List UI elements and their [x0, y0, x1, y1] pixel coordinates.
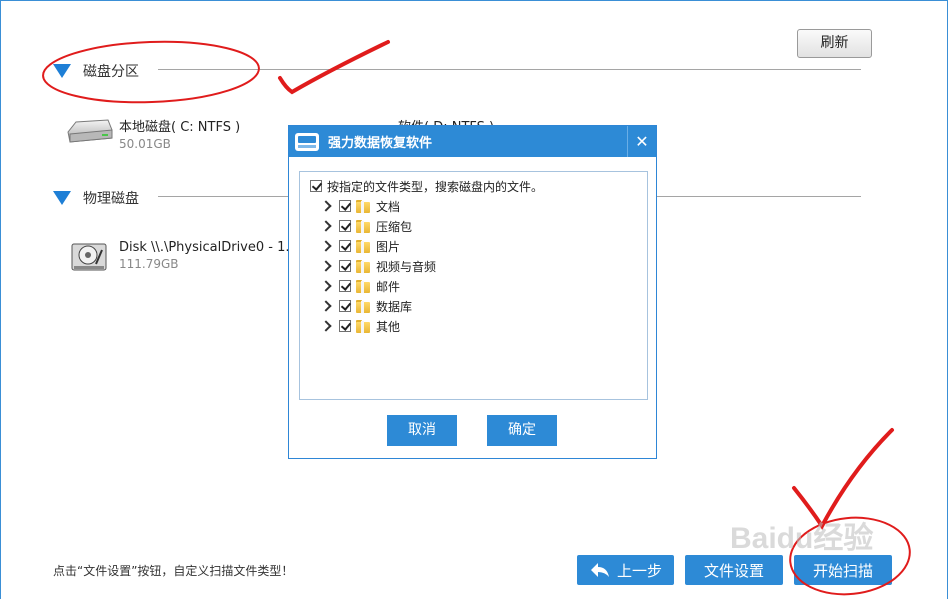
tree-item-label: 图片 — [376, 239, 401, 254]
checkbox[interactable] — [339, 320, 351, 332]
divider — [158, 196, 288, 197]
divider — [158, 69, 861, 70]
partitions-section-header[interactable]: 磁盘分区 — [53, 61, 139, 81]
checkbox[interactable] — [310, 180, 322, 192]
physical-drive-0[interactable]: Disk \\.\PhysicalDrive0 - 1... 111.79GB — [70, 240, 298, 274]
drive-c-size: 50.01GB — [119, 137, 171, 151]
drive-c-name: 本地磁盘( C: NTFS ) — [119, 120, 241, 135]
chevron-right-icon[interactable] — [322, 220, 332, 232]
back-arrow-icon — [590, 563, 609, 577]
hard-drive-icon — [67, 119, 113, 143]
tree-item-video-audio[interactable]: 视频与音频 — [322, 257, 436, 275]
chevron-right-icon[interactable] — [322, 260, 332, 272]
watermark-text: Baidu经验 — [730, 521, 873, 555]
folder-icon — [356, 259, 370, 273]
drive-c[interactable]: 本地磁盘( C: NTFS ) 50.01GB — [66, 116, 240, 151]
cancel-button[interactable]: 取消 — [387, 415, 457, 446]
tree-item-other[interactable]: 其他 — [322, 317, 400, 335]
window-top-border — [0, 0, 948, 1]
collapse-triangle-icon[interactable] — [53, 64, 71, 78]
tree-item-label: 压缩包 — [376, 219, 413, 234]
dialog-title: 强力数据恢复软件 — [328, 136, 433, 151]
tree-item-documents[interactable]: 文档 — [322, 197, 400, 215]
tree-item-label: 其他 — [376, 319, 401, 334]
chevron-right-icon[interactable] — [322, 320, 332, 332]
folder-icon — [356, 319, 370, 333]
folder-icon — [356, 219, 370, 233]
tree-item-email[interactable]: 邮件 — [322, 277, 400, 295]
checkbox[interactable] — [339, 300, 351, 312]
dialog-titlebar[interactable]: 强力数据恢复软件 ✕ — [289, 126, 656, 157]
baidu-watermark: Baidu经验 — [730, 521, 873, 555]
partitions-title: 磁盘分区 — [83, 64, 139, 80]
red-checkmark-annotation — [278, 40, 390, 95]
file-type-dialog: 强力数据恢复软件 ✕ 按指定的文件类型，搜索磁盘内的文件。 文档 压缩包 图片 — [288, 125, 657, 459]
physical-section-header[interactable]: 物理磁盘 — [53, 188, 139, 208]
app-logo-icon — [295, 132, 319, 151]
tree-item-archives[interactable]: 压缩包 — [322, 217, 412, 235]
physical-title: 物理磁盘 — [83, 191, 139, 207]
tree-item-database[interactable]: 数据库 — [322, 297, 412, 315]
chevron-right-icon[interactable] — [322, 280, 332, 292]
tree-item-label: 数据库 — [376, 299, 413, 314]
previous-step-button[interactable]: 上一步 — [577, 555, 674, 585]
tree-item-label: 文档 — [376, 199, 401, 214]
ok-button[interactable]: 确定 — [487, 415, 557, 446]
start-scan-label: 开始扫描 — [812, 561, 873, 580]
folder-icon — [356, 299, 370, 313]
divider — [657, 196, 861, 197]
chevron-right-icon[interactable] — [322, 200, 332, 212]
tree-root-label: 按指定的文件类型，搜索磁盘内的文件。 — [327, 179, 544, 194]
red-checkmark-annotation — [792, 428, 894, 530]
checkbox[interactable] — [339, 200, 351, 212]
tree-item-images[interactable]: 图片 — [322, 237, 400, 255]
physical-drive-name: Disk \\.\PhysicalDrive0 - 1... — [119, 240, 298, 255]
start-scan-button[interactable]: 开始扫描 — [794, 555, 892, 585]
checkbox[interactable] — [339, 220, 351, 232]
refresh-button[interactable]: 刷新 — [797, 29, 872, 58]
tree-item-label: 邮件 — [376, 279, 401, 294]
folder-icon — [356, 279, 370, 293]
physical-disk-icon — [71, 243, 107, 271]
footer-tip: 点击“文件设置”按钮，自定义扫描文件类型！ — [53, 564, 294, 578]
previous-step-label: 上一步 — [616, 561, 662, 580]
physical-drive-size: 111.79GB — [119, 257, 179, 271]
tree-item-label: 视频与音频 — [376, 259, 437, 274]
close-icon[interactable]: ✕ — [627, 126, 656, 157]
checkbox[interactable] — [339, 260, 351, 272]
file-settings-label: 文件设置 — [703, 561, 764, 580]
checkbox[interactable] — [339, 240, 351, 252]
folder-icon — [356, 199, 370, 213]
file-settings-button[interactable]: 文件设置 — [685, 555, 783, 585]
chevron-right-icon[interactable] — [322, 300, 332, 312]
chevron-right-icon[interactable] — [322, 240, 332, 252]
tree-root[interactable]: 按指定的文件类型，搜索磁盘内的文件。 — [310, 177, 543, 195]
collapse-triangle-icon[interactable] — [53, 191, 71, 205]
file-type-tree: 按指定的文件类型，搜索磁盘内的文件。 文档 压缩包 图片 视频与音频 邮件 数据… — [299, 171, 648, 400]
checkbox[interactable] — [339, 280, 351, 292]
folder-icon — [356, 239, 370, 253]
